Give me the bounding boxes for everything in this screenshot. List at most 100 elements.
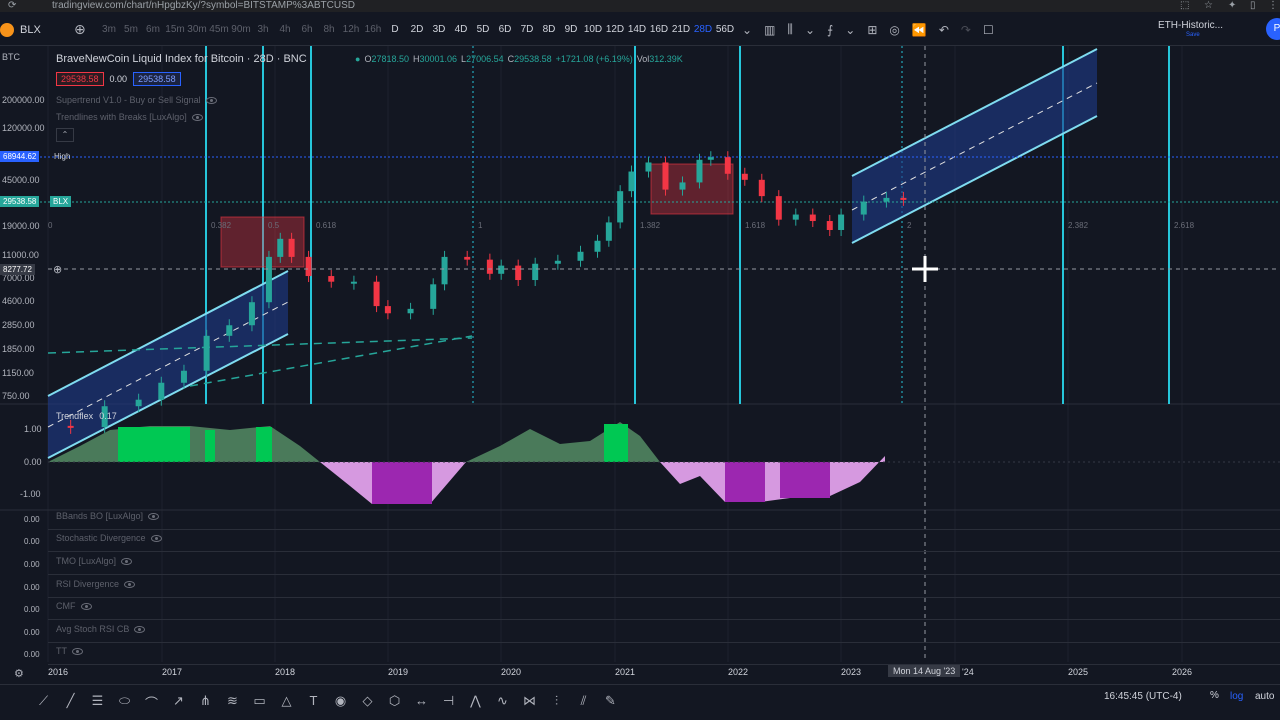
buy-price-box[interactable]: 29538.58: [133, 72, 181, 86]
timeframe-4d[interactable]: 4D: [450, 24, 472, 35]
eye-hidden-icon[interactable]: [72, 647, 83, 655]
chart-canvas[interactable]: [0, 46, 1280, 662]
reload-icon[interactable]: ⟳: [8, 0, 16, 12]
layout-checkbox-icon[interactable]: ☐: [983, 23, 994, 37]
hidden-pane-label[interactable]: TMO [LuxAlgo]: [56, 556, 133, 566]
indicator-label[interactable]: Supertrend V1.0 - Buy or Sell Signal: [56, 95, 217, 105]
eye-hidden-icon[interactable]: [148, 512, 160, 520]
timeframe-21d[interactable]: 21D: [670, 24, 692, 35]
long-position-icon[interactable]: ↔: [408, 693, 435, 712]
undo-icon[interactable]: ↶: [939, 23, 949, 37]
chart-legend-title[interactable]: BraveNewCoin Liquid Index for Bitcoin · …: [56, 53, 307, 65]
timeframe-14d[interactable]: 14D: [626, 24, 648, 35]
url-field[interactable]: tradingview.com/chart/nHpgbzKy/?symbol=B…: [52, 0, 355, 12]
timeframe-5m[interactable]: 5m: [120, 24, 142, 35]
timeframe-3h[interactable]: 3h: [252, 24, 274, 35]
timeframe-d[interactable]: D: [384, 24, 406, 35]
ellipse-tool-icon[interactable]: ⬭: [111, 693, 138, 712]
add-level-icon[interactable]: ⊕: [53, 263, 62, 276]
candle-style-icon[interactable]: ▥: [764, 23, 775, 37]
timeframe-5d[interactable]: 5D: [472, 24, 494, 35]
eye-hidden-icon[interactable]: [205, 96, 217, 104]
timeframe-15m[interactable]: 15m: [164, 24, 186, 35]
arc-tool-icon[interactable]: ⌒: [138, 693, 165, 712]
timeframe-3d[interactable]: 3D: [428, 24, 450, 35]
bookmark-star-icon[interactable]: ☆: [1204, 0, 1213, 12]
hidden-pane-label[interactable]: Stochastic Divergence: [56, 533, 162, 543]
pitchfork-icon[interactable]: ⋔: [192, 693, 219, 712]
timeframe-28d[interactable]: 28D: [692, 24, 714, 35]
eye-hidden-icon[interactable]: [80, 602, 92, 610]
hidden-pane-label[interactable]: RSI Divergence: [56, 579, 136, 589]
timeframe-7d[interactable]: 7D: [516, 24, 538, 35]
timeframe-10d[interactable]: 10D: [582, 24, 604, 35]
compare-add-icon[interactable]: ⊕: [74, 21, 98, 38]
cycle-tool-icon[interactable]: ⋈: [516, 693, 543, 712]
time-axis[interactable]: ⚙ 2016 2017 2018 2019 2020 2021 2022 202…: [0, 662, 1280, 682]
timeframe-12d[interactable]: 12D: [604, 24, 626, 35]
parallel-channel-icon[interactable]: ☰: [84, 693, 111, 712]
collapse-legend-button[interactable]: ⌃: [56, 128, 74, 142]
settings-gear-icon[interactable]: ⚙: [14, 667, 24, 680]
hidden-pane-label[interactable]: CMF: [56, 601, 92, 611]
timeframe-45m[interactable]: 45m: [208, 24, 230, 35]
timeframe-6d[interactable]: 6D: [494, 24, 516, 35]
trendline-tool-icon[interactable]: ⟋: [30, 693, 57, 712]
text-tool-icon[interactable]: T: [300, 693, 327, 712]
timeframe-30m[interactable]: 30m: [186, 24, 208, 35]
timeframe-8d[interactable]: 8D: [538, 24, 560, 35]
timeframe-6m[interactable]: 6m: [142, 24, 164, 35]
timeframe-6h[interactable]: 6h: [296, 24, 318, 35]
diamond-tool-icon[interactable]: ◇: [354, 693, 381, 712]
hidden-pane-label[interactable]: Avg Stoch RSI CB: [56, 624, 146, 634]
chevron-down-icon[interactable]: ⌄: [845, 23, 855, 37]
auto-scale-toggle[interactable]: auto: [1255, 691, 1274, 702]
timeframe-56d[interactable]: 56D: [714, 24, 736, 35]
eye-hidden-icon[interactable]: [134, 625, 146, 633]
utc-clock[interactable]: 16:45:45 (UTC-4): [1104, 691, 1182, 702]
sidebar-icon[interactable]: ▯: [1250, 0, 1256, 12]
timeframe-12h[interactable]: 12h: [340, 24, 362, 35]
projection-tool-icon[interactable]: ⫽: [570, 693, 597, 712]
chevron-down-icon[interactable]: ⌄: [805, 23, 815, 37]
circle-pattern-icon[interactable]: ◉: [327, 693, 354, 712]
chevron-down-icon[interactable]: ⌄: [742, 23, 752, 37]
timeframe-2d[interactable]: 2D: [406, 24, 428, 35]
node-tool-icon[interactable]: ⬡: [381, 693, 408, 712]
sell-price-box[interactable]: 29538.58: [56, 72, 104, 86]
timeframe-3m[interactable]: 3m: [98, 24, 120, 35]
indicators-icon[interactable]: ⨍: [827, 23, 833, 37]
fib-tool-icon[interactable]: ≋: [219, 693, 246, 712]
elliott-wave-icon[interactable]: ∿: [489, 693, 516, 712]
timeframe-16h[interactable]: 16h: [362, 24, 384, 35]
eye-hidden-icon[interactable]: [150, 534, 162, 542]
timeframe-4h[interactable]: 4h: [274, 24, 296, 35]
symbol-search[interactable]: BLX: [20, 24, 60, 36]
pen-tool-icon[interactable]: ✎: [597, 693, 624, 712]
timeframe-16d[interactable]: 16D: [648, 24, 670, 35]
xabcd-pattern-icon[interactable]: ⋀: [462, 693, 489, 712]
publish-button[interactable]: P: [1266, 18, 1280, 40]
eye-hidden-icon[interactable]: [124, 580, 136, 588]
arrow-tool-icon[interactable]: ↗: [165, 693, 192, 712]
hidden-pane-label[interactable]: TT: [56, 646, 83, 656]
indicator-label[interactable]: Trendlines with Breaks [LuxAlgo]: [56, 112, 203, 122]
replay-icon[interactable]: ⏪: [912, 23, 927, 37]
brush-tool-icon[interactable]: ⫶: [543, 693, 570, 712]
timeframe-9d[interactable]: 9D: [560, 24, 582, 35]
triangle-tool-icon[interactable]: △: [273, 693, 300, 712]
timeframe-8h[interactable]: 8h: [318, 24, 340, 35]
puzzle-icon[interactable]: ✦: [1228, 0, 1236, 12]
price-range-icon[interactable]: ⊣: [435, 693, 462, 712]
bar-style-icon[interactable]: ⫼: [787, 22, 793, 37]
rectangle-tool-icon[interactable]: ▭: [246, 693, 273, 712]
more-menu-icon[interactable]: ⋮: [1268, 0, 1278, 12]
eye-hidden-icon[interactable]: [121, 557, 133, 565]
redo-icon[interactable]: ↷: [961, 23, 971, 37]
log-scale-toggle[interactable]: log: [1230, 691, 1243, 702]
timeframe-90m[interactable]: 90m: [230, 24, 252, 35]
percent-scale-toggle[interactable]: %: [1210, 690, 1219, 701]
layout-name[interactable]: ETH-Historic...: [1158, 20, 1223, 31]
alert-icon[interactable]: ◎: [889, 23, 899, 37]
extension-icon[interactable]: ⬚: [1180, 0, 1189, 12]
